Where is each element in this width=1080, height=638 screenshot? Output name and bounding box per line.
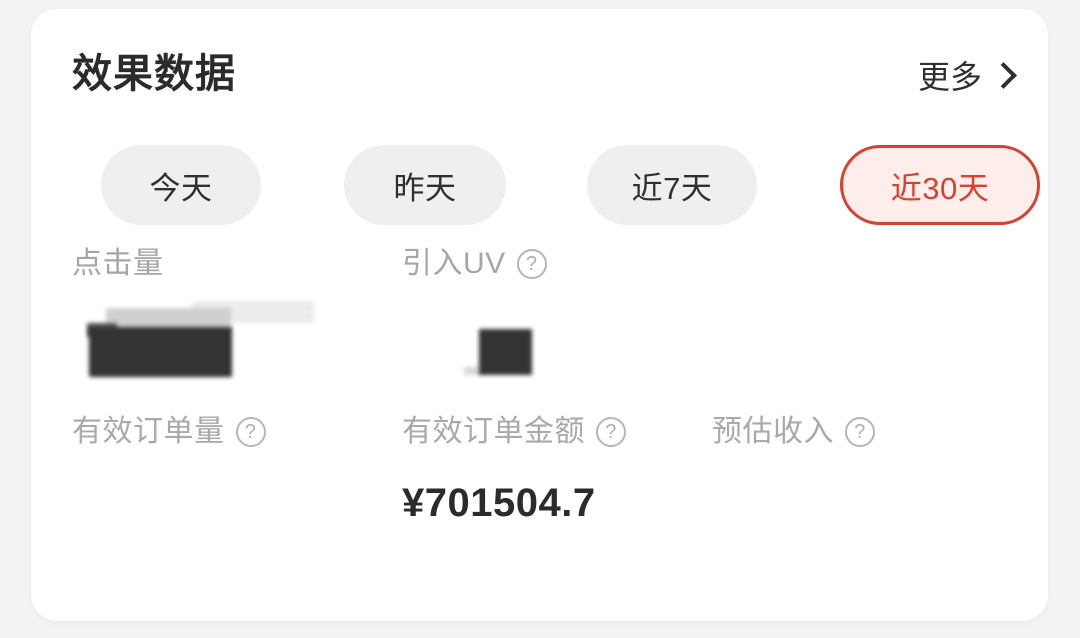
metrics-row-1: 点击量 引入UV ? bbox=[31, 245, 1048, 413]
tab-yesterday[interactable]: 昨天 bbox=[344, 145, 506, 225]
metric-estimated-income-label-wrap: 预估收入 ? bbox=[712, 413, 1032, 451]
more-link[interactable]: 更多 bbox=[917, 59, 1017, 95]
screen-root: 效果数据 更多 今天 昨天 近7天 近30天 点击量 引入UV ? 有效订单量 … bbox=[0, 0, 1080, 638]
tab-today[interactable]: 今天 bbox=[101, 145, 261, 225]
metric-clicks: 点击量 bbox=[72, 245, 402, 377]
question-circle-icon[interactable]: ? bbox=[516, 249, 547, 279]
metric-valid-order-count-label: 有效订单量 bbox=[72, 415, 225, 448]
metrics-grid: 点击量 引入UV ? 有效订单量 ? 有效订单金额 ? ¥701504.7 预估… bbox=[31, 245, 1048, 543]
metrics-row-2: 有效订单量 ? 有效订单金额 ? ¥701504.7 预估收入 ? bbox=[31, 413, 1048, 543]
metric-referred-uv-value-redacted bbox=[402, 299, 712, 377]
metric-valid-order-count: 有效订单量 ? bbox=[72, 413, 402, 483]
more-link-label: 更多 bbox=[917, 59, 982, 95]
tab-last-7-days[interactable]: 近7天 bbox=[587, 145, 757, 225]
metric-clicks-label-wrap: 点击量 bbox=[72, 245, 402, 283]
page-title: 效果数据 bbox=[72, 52, 236, 96]
metric-valid-order-amount: 有效订单金额 ? ¥701504.7 bbox=[402, 413, 712, 523]
metric-clicks-label: 点击量 bbox=[72, 247, 164, 280]
metric-referred-uv: 引入UV ? bbox=[402, 245, 712, 377]
question-circle-icon[interactable]: ? bbox=[596, 417, 626, 447]
question-circle-icon[interactable]: ? bbox=[845, 417, 875, 447]
date-range-tabs: 今天 昨天 近7天 近30天 bbox=[72, 137, 1040, 233]
metric-estimated-income-label: 预估收入 bbox=[712, 415, 834, 448]
tab-last-30-days[interactable]: 近30天 bbox=[840, 145, 1040, 225]
metric-estimated-income: 预估收入 ? bbox=[712, 413, 1032, 483]
chevron-right-icon bbox=[990, 62, 1017, 89]
metric-valid-order-amount-value: ¥701504.7 bbox=[402, 481, 596, 525]
metric-clicks-value-redacted bbox=[72, 299, 402, 377]
effect-data-card: 效果数据 更多 今天 昨天 近7天 近30天 点击量 引入UV ? 有效订单量 … bbox=[31, 9, 1048, 621]
redaction-block bbox=[479, 329, 532, 375]
metric-valid-order-count-label-wrap: 有效订单量 ? bbox=[72, 413, 402, 451]
metric-referred-uv-label: 引入UV bbox=[402, 247, 506, 280]
metric-valid-order-amount-label-wrap: 有效订单金额 ? bbox=[402, 413, 712, 451]
metric-valid-order-amount-label: 有效订单金额 bbox=[402, 415, 585, 448]
metric-referred-uv-label-wrap: 引入UV ? bbox=[402, 245, 712, 283]
card-header: 效果数据 更多 bbox=[31, 9, 1048, 129]
question-circle-icon[interactable]: ? bbox=[235, 417, 266, 447]
redaction-block bbox=[89, 327, 232, 377]
